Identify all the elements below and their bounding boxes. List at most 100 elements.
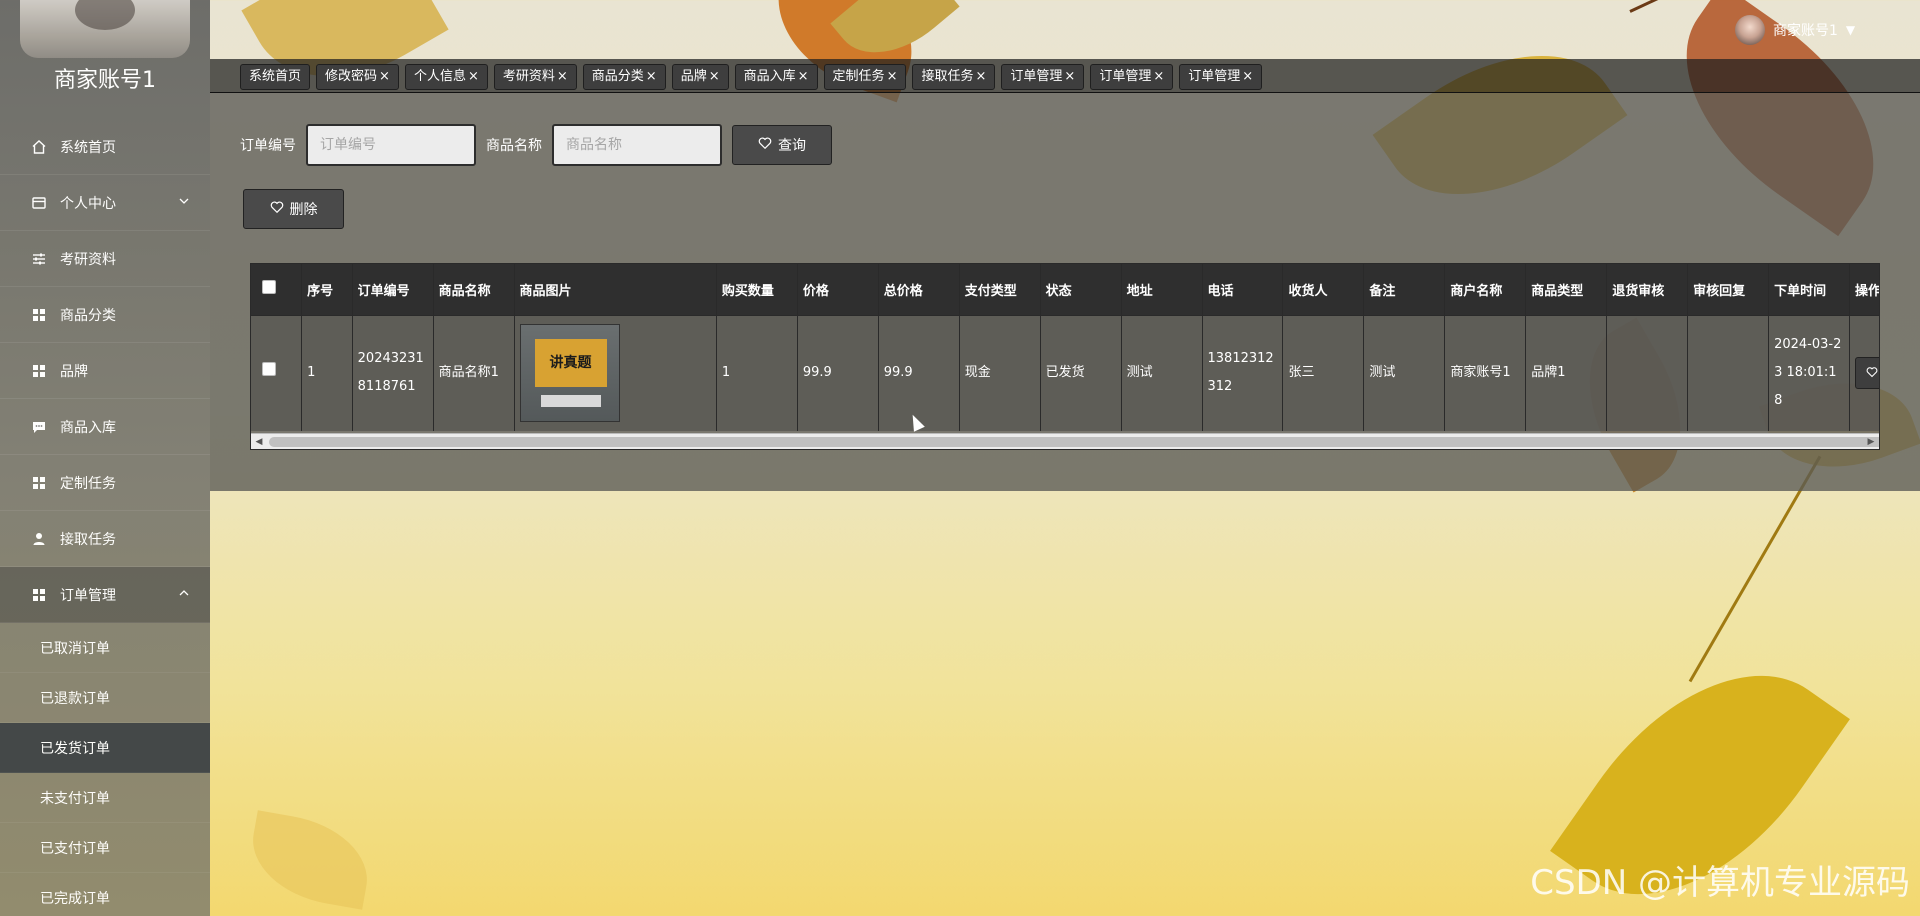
query-button[interactable]: 查询 xyxy=(732,125,832,165)
wallet-icon xyxy=(30,194,48,212)
sliders-icon xyxy=(30,250,48,268)
close-icon[interactable]: × xyxy=(646,69,657,84)
cell-quantity: 1 xyxy=(716,315,798,431)
scroll-left-icon[interactable]: ◀ xyxy=(251,434,267,449)
heart-icon xyxy=(1866,366,1878,381)
user-menu[interactable]: 商家账号1 ▼ xyxy=(1735,14,1855,46)
tab-order-management[interactable]: 订单管理 × xyxy=(1001,64,1085,90)
sidebar-item-study-materials[interactable]: 考研资料 xyxy=(0,231,210,287)
column-header: 状态 xyxy=(1040,264,1122,315)
table-row: 1 202432318118761 商品名称1 讲真题 1 99.9 99.9 … xyxy=(251,315,1879,431)
column-header: 价格 xyxy=(797,264,879,315)
cell-order-time: 2024-03-23 18:01:18 xyxy=(1768,315,1850,431)
cell-product-image: 讲真题 xyxy=(514,315,717,431)
caret-down-icon: ▼ xyxy=(1845,23,1856,37)
sidebar-item-product-category[interactable]: 商品分类 xyxy=(0,287,210,343)
home-icon xyxy=(30,138,48,156)
submenu-item-completed-orders[interactable]: 已完成订单 xyxy=(0,873,210,916)
column-header: 支付类型 xyxy=(959,264,1041,315)
close-icon[interactable]: × xyxy=(1064,69,1075,84)
tab-home[interactable]: 系统首页 xyxy=(240,64,311,90)
sidebar-item-accept-task[interactable]: 接取任务 xyxy=(0,511,210,567)
cell-product-name: 商品名称1 xyxy=(433,315,515,431)
tab-personal-info[interactable]: 个人信息 × xyxy=(404,64,488,90)
delete-button-label: 删除 xyxy=(289,202,318,218)
tab-label: 接取任务 xyxy=(921,69,974,84)
cell-return-review xyxy=(1606,315,1689,431)
select-all-checkbox[interactable] xyxy=(262,280,276,295)
order-no-label: 订单编号 xyxy=(240,138,296,154)
sidebar-item-order-management[interactable]: 订单管理 xyxy=(0,567,210,623)
tab-accept-task[interactable]: 接取任务 × xyxy=(912,64,996,90)
sidebar-item-home[interactable]: 系统首页 xyxy=(0,119,210,175)
grid-icon xyxy=(30,586,48,604)
tab-label: 系统首页 xyxy=(249,69,302,84)
grid-icon xyxy=(30,306,48,324)
tab-order-management[interactable]: 订单管理 × xyxy=(1090,64,1174,90)
sidebar-menu: 系统首页 个人中心 考研资料 商品分类 品牌 商品入库 定制任务 接取任务 订单… xyxy=(0,119,210,916)
cell-price: 99.9 xyxy=(797,315,879,431)
close-icon[interactable]: × xyxy=(975,69,986,84)
tab-brand[interactable]: 品牌 × xyxy=(671,64,729,90)
order-no-input[interactable] xyxy=(306,124,476,166)
leaf-decoration xyxy=(243,810,377,910)
orders-table: 序号 订单编号 商品名称 商品图片 购买数量 价格 总价格 支付类型 状态 地址… xyxy=(250,263,1880,450)
chevron-up-icon xyxy=(178,587,190,602)
column-header: 商品名称 xyxy=(433,264,515,315)
close-icon[interactable]: × xyxy=(468,69,479,84)
user-avatar xyxy=(1735,15,1765,45)
close-icon[interactable]: × xyxy=(709,69,720,84)
tab-order-management[interactable]: 订单管理 × xyxy=(1179,64,1263,90)
view-button[interactable]: 查看 xyxy=(1855,357,1879,390)
product-name-input[interactable] xyxy=(552,124,722,166)
tab-list: 系统首页 修改密码 × 个人信息 × 考研资料 × 商品分类 × 品牌 × 商品入库 × 定… xyxy=(240,64,1263,90)
search-form: 订单编号 商品名称 查询 xyxy=(240,124,832,166)
submenu-item-paid-orders[interactable]: 已支付订单 xyxy=(0,823,210,873)
tab-study-materials[interactable]: 考研资料 × xyxy=(493,64,577,90)
delete-button[interactable]: 删除 xyxy=(243,189,344,229)
tab-label: 订单管理 xyxy=(1188,69,1241,84)
column-header: 操作 xyxy=(1849,264,1879,315)
cell-merchant: 商家账号1 xyxy=(1444,315,1527,431)
column-header: 总价格 xyxy=(878,264,960,315)
close-icon[interactable]: × xyxy=(1242,69,1253,84)
user-icon xyxy=(30,530,48,548)
close-icon[interactable]: × xyxy=(1153,69,1164,84)
sidebar-item-brand[interactable]: 品牌 xyxy=(0,343,210,399)
cell-receiver: 张三 xyxy=(1282,315,1365,431)
tab-product-stock-in[interactable]: 商品入库 × xyxy=(734,64,818,90)
cell-product-type: 品牌1 xyxy=(1525,315,1608,431)
horizontal-scrollbar[interactable]: ◀ ▶ xyxy=(251,433,1879,449)
row-checkbox[interactable] xyxy=(262,362,276,377)
submenu-item-unpaid-orders[interactable]: 未支付订单 xyxy=(0,773,210,823)
cell-phone: 13812312312 xyxy=(1202,315,1284,431)
tab-label: 商品分类 xyxy=(591,69,644,84)
sidebar-item-personal-center[interactable]: 个人中心 xyxy=(0,175,210,231)
tab-product-category[interactable]: 商品分类 × xyxy=(582,64,666,90)
grid-icon xyxy=(30,362,48,380)
sidebar-item-product-stock-in[interactable]: 商品入库 xyxy=(0,399,210,455)
column-header: 电话 xyxy=(1202,264,1284,315)
column-header: 下单时间 xyxy=(1768,264,1850,315)
column-header: 购买数量 xyxy=(716,264,798,315)
close-icon[interactable]: × xyxy=(798,69,809,84)
scrollbar-thumb[interactable] xyxy=(269,437,1879,447)
close-icon[interactable]: × xyxy=(379,69,390,84)
tab-custom-task[interactable]: 定制任务 × xyxy=(823,64,907,90)
sidebar-item-custom-task[interactable]: 定制任务 xyxy=(0,455,210,511)
scroll-right-icon[interactable]: ▶ xyxy=(1863,434,1879,449)
tab-change-password[interactable]: 修改密码 × xyxy=(316,64,399,90)
submenu-item-refunded-orders[interactable]: 已退款订单 xyxy=(0,673,210,723)
cell-address: 测试 xyxy=(1121,315,1203,431)
product-image: 讲真题 xyxy=(519,324,620,423)
close-icon[interactable]: × xyxy=(887,69,898,84)
chat-icon xyxy=(30,418,48,436)
column-header: 商户名称 xyxy=(1444,264,1527,315)
submenu-item-shipped-orders[interactable]: 已发货订单 xyxy=(0,723,210,773)
select-all-cell xyxy=(251,264,303,315)
close-icon[interactable]: × xyxy=(557,69,568,84)
submenu-item-cancelled-orders[interactable]: 已取消订单 xyxy=(0,623,210,673)
branch-decoration xyxy=(1629,0,1785,13)
user-name: 商家账号1 xyxy=(1773,23,1838,39)
query-button-label: 查询 xyxy=(778,138,806,154)
